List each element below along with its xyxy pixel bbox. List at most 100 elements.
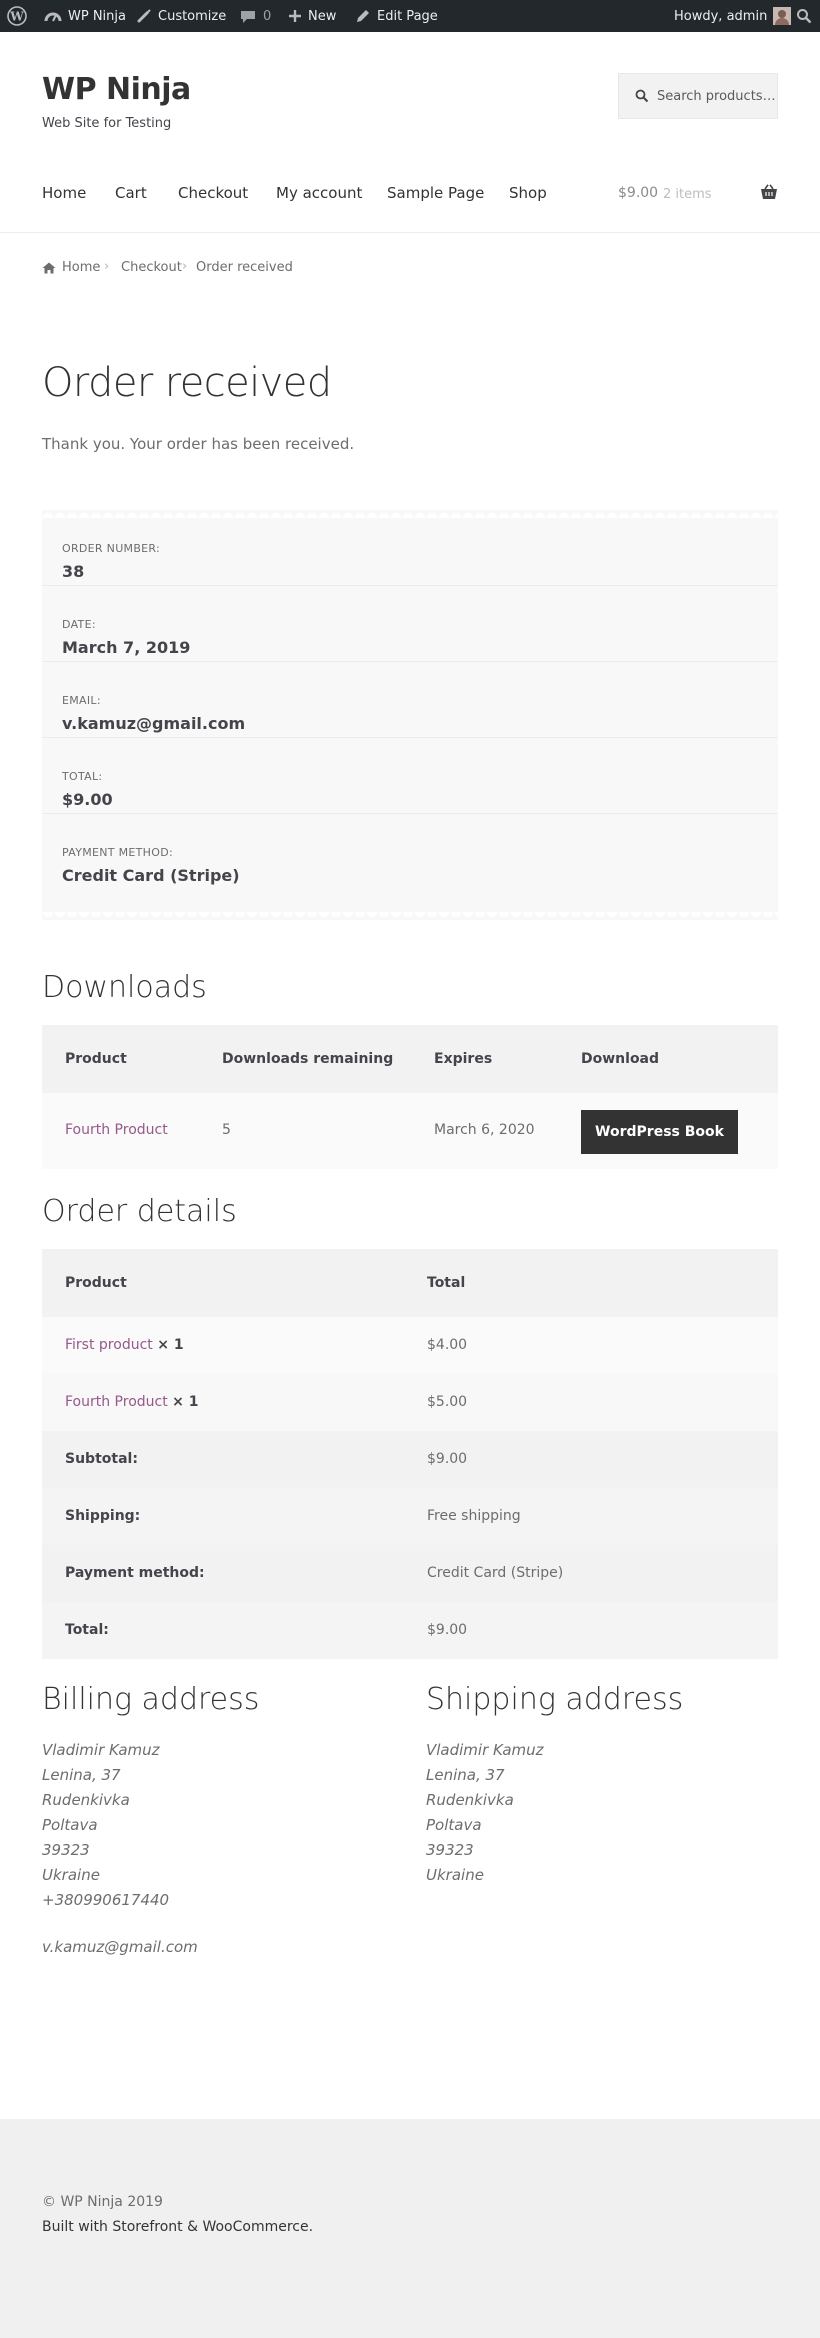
overview-email: Email: v.kamuz@gmail.com [42,662,778,738]
overview-label: Date: [62,618,96,631]
shipping-line: Lenina, 37 [426,1766,505,1784]
summary-value: $9.00 [427,1622,468,1638]
nav-home[interactable]: Home [42,184,86,202]
summary-row: Subtotal: $9.00 [42,1431,778,1488]
footer-credit-link[interactable]: Built with Storefront & WooCommerce. [42,2219,313,2235]
summary-row: Shipping: Free shipping [42,1488,778,1545]
shipping-line: Rudenkivka [426,1791,514,1809]
site-footer: © WP Ninja 2019 Built with Storefront & … [0,2119,820,2338]
order-overview: Order number: 38 Date: March 7, 2019 Ema… [42,510,778,920]
overview-value: Credit Card (Stripe) [62,866,240,885]
downloads-heading: Downloads [42,970,207,1005]
item-total: $4.00 [427,1337,468,1353]
download-product-link[interactable]: Fourth Product [65,1122,168,1138]
table-row: Fourth Product × 1 $5.00 [42,1374,778,1431]
column-header: Product [65,1051,127,1067]
billing-line: Poltava [42,1816,98,1834]
site-title[interactable]: WP Ninja [42,72,191,107]
downloads-header-row: Product Downloads remaining Expires Down… [42,1025,778,1093]
new-content-link[interactable]: New [288,0,336,32]
column-header: Product [65,1275,127,1291]
billing-line: 39323 [42,1841,90,1859]
breadcrumb-separator-icon: › [182,259,188,274]
overview-payment-method: Payment method: Credit Card (Stripe) [42,814,778,890]
billing-line: Ukraine [42,1866,100,1884]
breadcrumb-checkout[interactable]: Checkout [121,260,182,275]
nav-checkout[interactable]: Checkout [178,184,248,202]
downloads-remaining: 5 [222,1122,231,1138]
admin-site-link[interactable]: WP Ninja [44,0,126,32]
overview-label: Payment method: [62,846,173,859]
downloads-table: Product Downloads remaining Expires Down… [42,1025,778,1169]
shipping-line: 39323 [426,1841,474,1859]
nav-my-account[interactable]: My account [276,184,362,202]
item-quantity: × 1 [157,1337,184,1353]
order-details-header-row: Product Total [42,1249,778,1317]
new-label: New [308,8,337,24]
thank-you-message: Thank you. Your order has been received. [42,435,355,453]
billing-address: Vladimir Kamuz Lenina, 37 Rudenkivka Pol… [42,1738,198,1960]
footer-copyright: © WP Ninja 2019 [42,2194,163,2210]
edit-page-link[interactable]: Edit Page [355,0,438,32]
comments-count: 0 [263,8,272,24]
billing-heading: Billing address [42,1682,260,1717]
edit-page-label: Edit Page [377,8,438,24]
billing-phone: +380990617440 [42,1891,170,1909]
wordpress-logo-icon[interactable]: W [7,0,27,32]
nav-sample-page[interactable]: Sample Page [387,184,484,202]
billing-line: Vladimir Kamuz [42,1741,160,1759]
download-expires: March 6, 2020 [434,1122,535,1138]
brush-icon [137,9,151,23]
download-button[interactable]: WordPress Book [581,1110,738,1154]
avatar [773,7,792,25]
overview-value: v.kamuz@gmail.com [62,714,246,733]
column-header: Total [427,1275,466,1291]
svg-text:W: W [9,10,24,24]
billing-line: Rudenkivka [42,1791,130,1809]
breadcrumb-home[interactable]: Home [42,260,100,275]
account-menu[interactable]: Howdy, admin [674,0,792,32]
comment-icon [241,10,255,23]
summary-row: Payment method: Credit Card (Stripe) [42,1545,778,1602]
item-product-link[interactable]: First product [65,1337,153,1353]
admin-bar: W WP Ninja Customize 0 New Edit Page How… [0,0,820,32]
search-input[interactable]: Search products… [618,73,778,119]
search-placeholder: Search products… [657,88,776,104]
nav-cart[interactable]: Cart [115,184,147,202]
item-quantity: × 1 [172,1394,199,1410]
plus-icon [289,10,301,22]
billing-line: Lenina, 37 [42,1766,121,1784]
breadcrumb-current: Order received [196,260,293,275]
item-name: Fourth Product × 1 [65,1394,199,1410]
basket-icon[interactable] [760,184,778,204]
breadcrumb-home-label: Home [62,260,101,275]
header-cart-count[interactable]: 2 items [663,187,712,202]
admin-search-icon[interactable] [796,0,812,32]
dashboard-icon [44,12,62,22]
header-cart-total[interactable]: $9.00 [618,185,658,201]
comments-link[interactable]: 0 [240,0,271,32]
overview-order-number: Order number: 38 [42,510,778,586]
nav-shop[interactable]: Shop [509,184,547,202]
order-details-heading: Order details [42,1194,237,1229]
summary-value: $9.00 [427,1451,468,1467]
order-details-table: Product Total First product × 1 $4.00 Fo… [42,1249,778,1659]
table-row: Fourth Product 5 March 6, 2020 WordPress… [42,1093,778,1169]
customize-label: Customize [158,8,227,24]
item-name: First product × 1 [65,1337,184,1353]
column-header: Downloads remaining [222,1051,394,1067]
shipping-line: Ukraine [426,1866,484,1884]
item-product-link[interactable]: Fourth Product [65,1394,168,1410]
shipping-line: Poltava [426,1816,482,1834]
summary-label: Subtotal: [65,1451,138,1467]
summary-value: Free shipping [427,1508,521,1524]
site-tagline: Web Site for Testing [42,116,172,131]
home-icon [42,262,56,273]
customize-link[interactable]: Customize [136,0,226,32]
overview-value: 38 [62,562,85,581]
overview-label: Order number: [62,542,161,555]
admin-site-name: WP Ninja [68,8,126,24]
overview-value: March 7, 2019 [62,638,191,657]
column-header: Expires [434,1051,493,1067]
summary-label: Shipping: [65,1508,141,1524]
